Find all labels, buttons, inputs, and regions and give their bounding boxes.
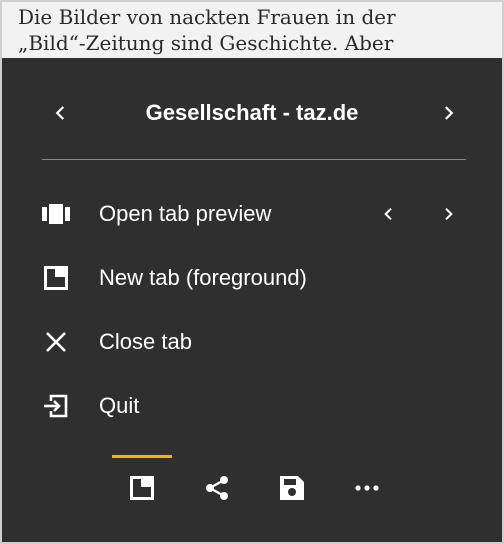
article-line-2: „Bild“-Zeitung sind Geschichte. Aber [18,31,394,55]
menu-item-close-tab[interactable]: Close tab [2,314,502,370]
menu-header: Gesellschaft - taz.de [2,58,502,168]
article-line-1: Die Bilder von nackten Frauen in der [18,5,396,29]
background-article-text: Die Bilder von nackten Frauen in der „Bi… [2,2,502,62]
more-button[interactable] [339,465,395,511]
menu-item-label: Quit [99,393,140,418]
menu-item-label: Open tab preview [99,201,272,226]
close-icon [42,328,70,356]
tab-menu-sheet: Gesellschaft - taz.de Open tab preview N… [2,58,502,542]
active-tab-indicator [112,455,172,458]
menu-item-new-tab-foreground[interactable]: New tab (foreground) [2,250,502,306]
screen-frame: Die Bilder von nackten Frauen in der „Bi… [0,0,504,544]
chevron-left-icon [55,106,65,120]
previous-tab-button[interactable] [46,98,76,128]
save-icon [280,476,304,500]
share-icon [206,476,228,500]
exit-icon [42,392,70,420]
chevron-left-icon [384,207,392,221]
menu-item-open-tab-preview[interactable]: Open tab preview [2,186,502,242]
bottom-toolbar [2,453,502,523]
tab-icon [130,476,154,500]
next-tab-button[interactable] [433,98,463,128]
tab-button[interactable] [114,465,170,511]
share-button[interactable] [189,465,245,511]
header-divider [42,159,466,160]
chevron-right-icon [444,106,454,120]
chevron-right-icon [445,207,453,221]
menu-item-label: Close tab [99,329,192,354]
menu-item-quit[interactable]: Quit [2,378,502,434]
menu-item-label: New tab (foreground) [99,265,307,290]
preview-previous-button[interactable] [375,200,403,228]
tab-preview-icon [42,200,70,228]
new-tab-icon [42,264,70,292]
preview-next-button[interactable] [434,200,462,228]
page-title: Gesellschaft - taz.de [145,100,359,125]
save-button[interactable] [264,465,320,511]
more-icon [355,485,379,491]
